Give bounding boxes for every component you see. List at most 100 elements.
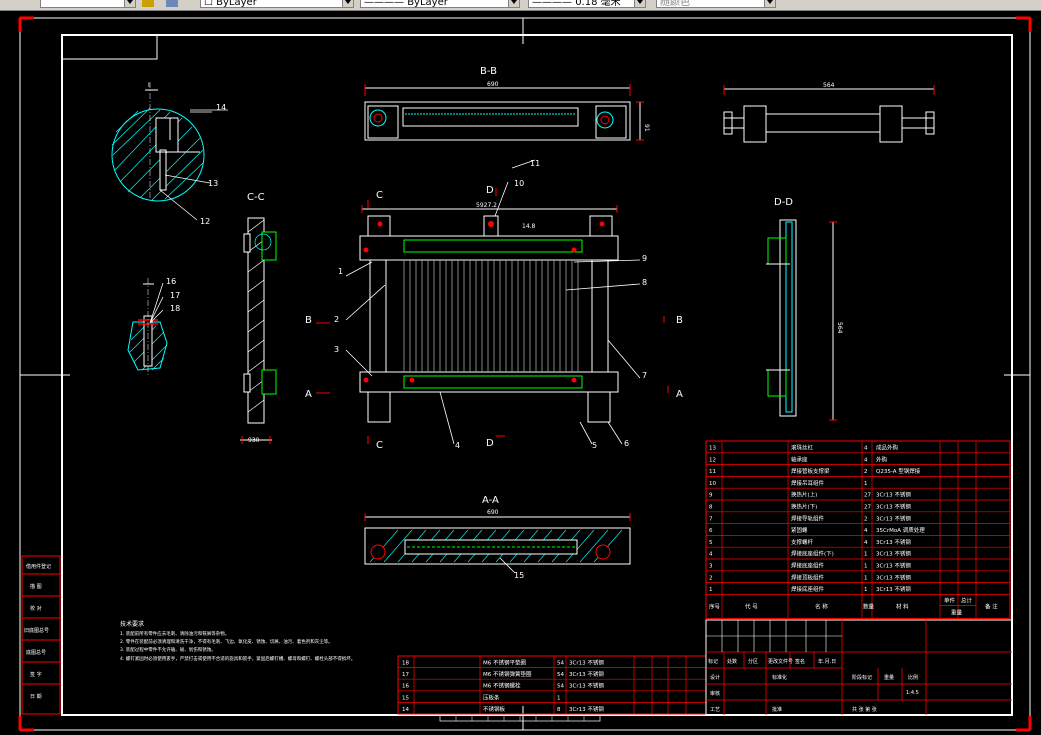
bom-header-cell: 备 注 bbox=[985, 602, 998, 610]
bom-row: 11 焊接管板支撑梁 2 Q235-A 型钢焊接 bbox=[709, 467, 921, 475]
bom-cell: 9 bbox=[709, 493, 713, 499]
strip-cell-1: 借用件登记 bbox=[26, 563, 51, 570]
bom-row: 1 焊接底座组件 1 3Cr13 不锈钢 bbox=[709, 585, 911, 593]
dim-main-pitch: 14.8 bbox=[522, 223, 536, 230]
bom-lower-row: 16 M6 不锈钢螺栓 54 3Cr13 不锈钢 bbox=[402, 682, 604, 690]
cad-drawing-canvas[interactable]: I B-B C-C D-D A-A C C D D B B A A 690 91… bbox=[0, 11, 1041, 735]
tb-standardize: 标准化 bbox=[772, 674, 787, 681]
bom-cell: 4 bbox=[709, 552, 713, 558]
dim-bb-height: 91 bbox=[643, 124, 650, 132]
label-a-left: A bbox=[305, 389, 312, 400]
bom-header-cell: 数量 bbox=[863, 602, 875, 610]
plotstyle-dropdown[interactable]: 随颜色 bbox=[656, 0, 776, 8]
bom-cell: 12 bbox=[709, 457, 716, 463]
lineweight-dropdown[interactable]: ———— ByLayer bbox=[360, 0, 520, 8]
bom-lower-cell: 17 bbox=[402, 672, 409, 678]
bom-cell: 焊接吊耳组件 bbox=[791, 479, 825, 487]
bom-lower-cell: 不锈钢板 bbox=[483, 705, 506, 713]
label-aa: A-A bbox=[482, 495, 499, 506]
bom-cell: 紧固螺 bbox=[791, 526, 808, 534]
bom-cell: 35CrMoA 调质处理 bbox=[876, 526, 925, 534]
bom-cell: 1 bbox=[709, 587, 713, 593]
properties-toolbar: ☐ ByLayer ———— ByLayer ———— 0.18 毫米 随颜色 bbox=[0, 0, 1041, 11]
bom-cell: 焊接管板支撑梁 bbox=[791, 467, 830, 475]
chevron-down-icon bbox=[124, 0, 135, 7]
bom-cell: 10 bbox=[709, 481, 716, 487]
tb-change-doc: 更改文件号 bbox=[768, 658, 793, 665]
bom-header-cell: 材 料 bbox=[896, 602, 909, 610]
tb-approve: 批准 bbox=[772, 706, 782, 713]
tb-ratio-value: 1:4.5 bbox=[906, 690, 919, 696]
bom-cell: 焊接导轨组件 bbox=[791, 514, 825, 522]
linetype-dropdown[interactable]: ☐ ByLayer bbox=[200, 0, 354, 8]
bom-cell: 1 bbox=[864, 564, 868, 570]
bom-lower-row: 17 M6 不锈钢弹簧垫圈 54 3Cr13 不锈钢 bbox=[402, 670, 604, 678]
bom-lower-cell: 18 bbox=[402, 661, 409, 667]
callout-14: 14 bbox=[216, 103, 226, 112]
bom-cell: 3Cr13 不锈钢 bbox=[876, 585, 911, 593]
bom-lower-cell: 1 bbox=[557, 695, 561, 701]
bom-cell: 焊接底座组件 bbox=[791, 585, 825, 593]
dim-top-right-width: 564 bbox=[823, 82, 835, 89]
strip-cell-2: 描 图 bbox=[30, 583, 42, 590]
bom-row: 9 换热片(上) 27 3Cr13 不锈钢 bbox=[709, 491, 911, 499]
bom-cell: 1 bbox=[864, 552, 868, 558]
bom-cell: 4 bbox=[864, 446, 868, 452]
callout-9: 9 bbox=[642, 254, 647, 263]
plotstyle-value: 随颜色 bbox=[660, 0, 690, 8]
strip-cell-6: 签 字 bbox=[30, 671, 42, 678]
callout-numbers: 14 13 12 16 17 18 1 2 3 4 5 6 7 8 9 10 1… bbox=[166, 103, 647, 580]
bom-row: 4 焊接底座组件(下) 1 3Cr13 不锈钢 bbox=[709, 550, 911, 558]
bom-lower-row: 18 M6 不锈钢平垫圈 54 3Cr13 不锈钢 bbox=[402, 659, 604, 667]
tb-signature: 签名 bbox=[795, 658, 805, 665]
bom-lower-cell: 54 bbox=[557, 672, 564, 678]
dim-main-width: 5927.2 bbox=[476, 202, 497, 209]
callout-16: 16 bbox=[166, 277, 176, 286]
layer-dropdown[interactable] bbox=[40, 0, 136, 8]
bom-cell: 6 bbox=[709, 528, 713, 534]
bom-cell: 轴承座 bbox=[791, 455, 808, 463]
bom-cell: 1 bbox=[864, 575, 868, 581]
tb-zone: 分区 bbox=[748, 658, 758, 665]
bom-cell: 1 bbox=[864, 587, 868, 593]
label-c-top: C bbox=[376, 190, 383, 201]
bom-cell: 8 bbox=[709, 505, 713, 511]
callout-8: 8 bbox=[642, 278, 647, 287]
detail-view-one: I bbox=[111, 82, 205, 202]
layer-states-icon[interactable] bbox=[142, 0, 154, 7]
bolt-detail-view bbox=[127, 278, 168, 376]
callout-6: 6 bbox=[624, 439, 629, 448]
bom-header: 序号 代 号 名 称 数量 材 料 单件 总计备 注 bbox=[709, 596, 998, 610]
bom-cell: 换热片(上) bbox=[791, 491, 817, 499]
label-a-right: A bbox=[676, 389, 683, 400]
strip-cell-3: 校 对 bbox=[30, 605, 42, 612]
chevron-down-icon bbox=[764, 0, 775, 7]
bom-cell: Q235-A 型钢焊接 bbox=[876, 467, 921, 475]
callout-18: 18 bbox=[170, 304, 180, 313]
dim-dd-height: 564 bbox=[836, 322, 843, 334]
bom-lower-row: 14 不锈钢板 8 3Cr13 不锈钢 bbox=[402, 705, 604, 713]
section-view-bb bbox=[364, 84, 644, 141]
bom-cell: 焊接底座组件(下) bbox=[791, 550, 834, 558]
section-view-dd bbox=[766, 219, 837, 421]
notes-line-3: 3. 装配过程中零件不允许磕、碰、划伤和锈蚀。 bbox=[120, 646, 216, 653]
top-right-view bbox=[723, 85, 935, 143]
lineweight-size-dropdown[interactable]: ———— 0.18 毫米 bbox=[528, 0, 646, 8]
callout-1: 1 bbox=[338, 267, 343, 276]
bom-lower-table: 18 M6 不锈钢平垫圈 54 3Cr13 不锈钢 17 M6 不锈钢弹簧垫圈 54 3Cr1… bbox=[397, 655, 707, 722]
label-bb: B-B bbox=[480, 66, 497, 77]
section-view-cc bbox=[240, 217, 277, 444]
callout-11: 11 bbox=[530, 159, 540, 168]
layer-manager-icon[interactable] bbox=[166, 0, 178, 7]
bom-cell: 外购 bbox=[876, 455, 888, 463]
label-dd: D-D bbox=[774, 197, 793, 208]
strip-cell-4: 旧底图总号 bbox=[24, 627, 49, 634]
notes-line-2: 2. 零件在装配前必须清理和清洗干净，不得有毛刺、飞边、氧化皮、锈蚀、切屑、油污… bbox=[120, 638, 333, 645]
bom-row: 12 轴承座 4 外购 bbox=[709, 455, 888, 463]
bom-lower-row: 15 压板条 1 bbox=[402, 693, 561, 701]
bom-cell: 5 bbox=[709, 540, 713, 546]
tb-ratio: 比例 bbox=[908, 674, 918, 681]
callout-15: 15 bbox=[514, 571, 524, 580]
strip-cell-7: 日 期 bbox=[30, 694, 42, 700]
tb-date: 年.月.日 bbox=[818, 658, 836, 665]
